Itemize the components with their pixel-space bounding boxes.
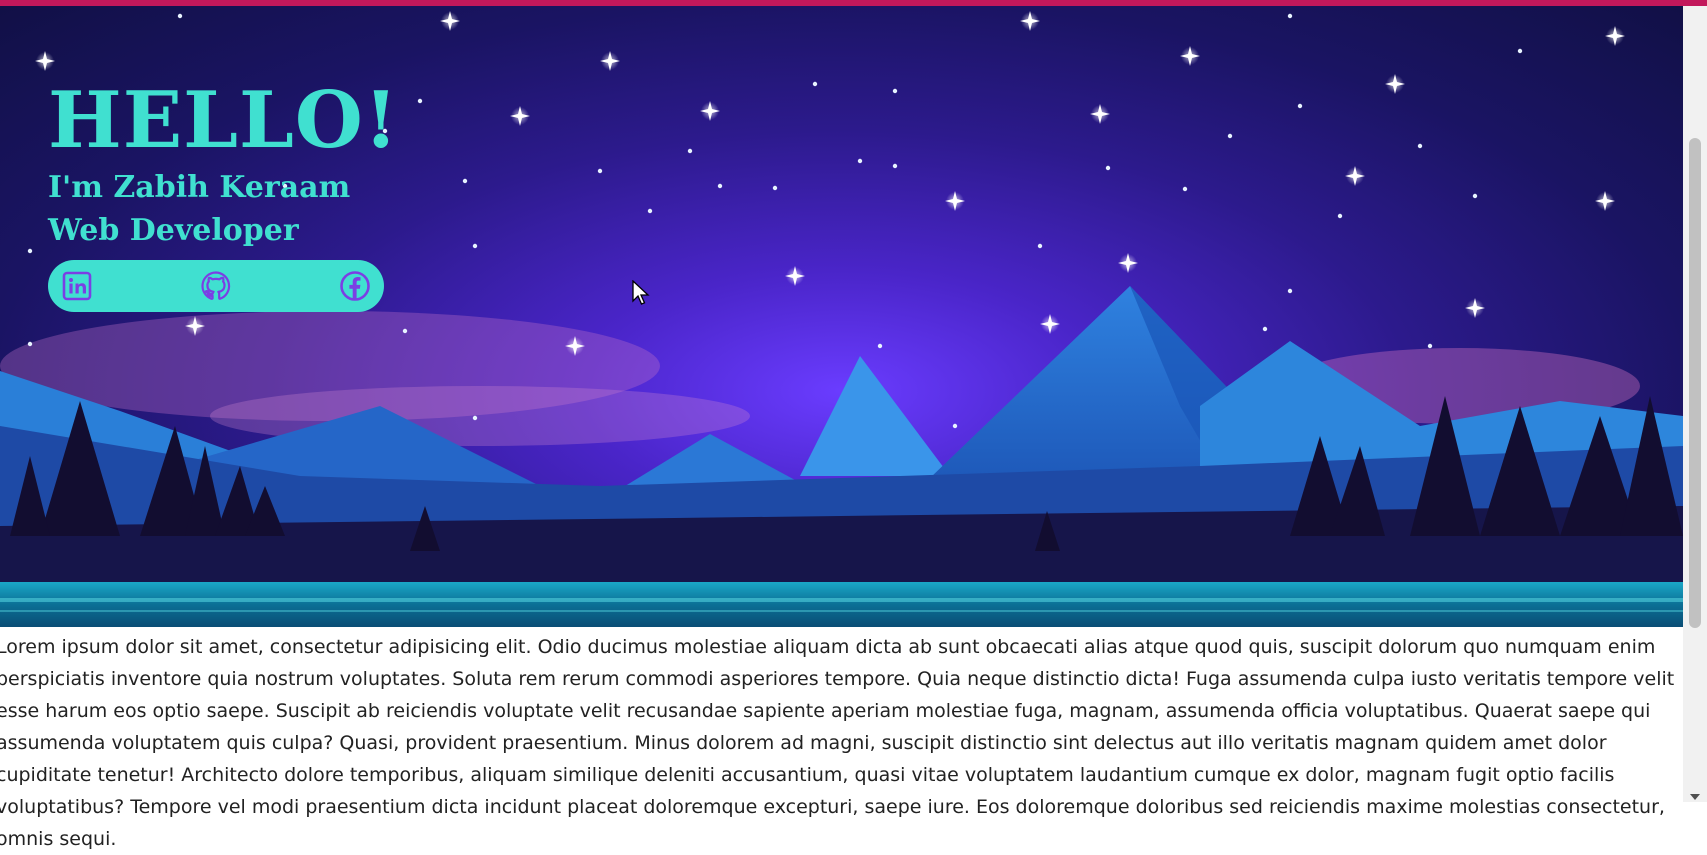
github-icon bbox=[201, 271, 231, 300]
scrollbar-thumb[interactable] bbox=[1689, 138, 1701, 628]
hero-greeting: HELLO! bbox=[48, 75, 400, 166]
top-accent-bar bbox=[0, 0, 1707, 6]
hero-section: HELLO! I'm Zabih Keraam Web Developer bbox=[0, 6, 1683, 627]
hero-name: I'm Zabih Keraam bbox=[48, 170, 351, 205]
github-link[interactable] bbox=[199, 269, 233, 303]
facebook-link[interactable] bbox=[338, 269, 372, 303]
body-paragraph: Lorem ipsum dolor sit amet, consectetur … bbox=[0, 636, 1675, 850]
linkedin-icon bbox=[62, 271, 92, 301]
mouse-cursor-icon bbox=[632, 280, 650, 305]
page-scrollbar[interactable] bbox=[1683, 6, 1707, 802]
hero-intro: HELLO! I'm Zabih Keraam Web Developer bbox=[48, 76, 399, 312]
linkedin-link[interactable] bbox=[60, 269, 94, 303]
hero-role: Web Developer bbox=[48, 213, 299, 248]
facebook-icon bbox=[340, 271, 370, 301]
social-links-bar bbox=[48, 260, 384, 312]
scroll-down-arrow-icon[interactable] bbox=[1690, 794, 1700, 800]
